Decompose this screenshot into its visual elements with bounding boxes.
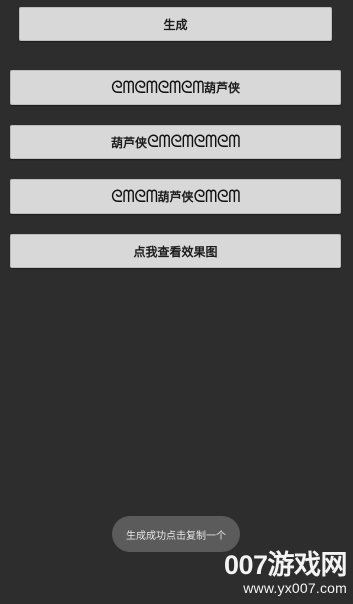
- watermark-logo-text: 007游戏网: [223, 550, 348, 580]
- watermark: 007游戏网 www.yx007.com: [223, 550, 348, 596]
- generate-button[interactable]: 生成: [19, 7, 332, 41]
- result-name: 葫芦侠: [203, 81, 240, 95]
- result-row-2[interactable]: 葫芦侠 ᘓᗰᘓᗰᘓᗰᘓᗰ: [10, 125, 341, 159]
- watermark-url: www.yx007.com: [243, 580, 347, 596]
- result-name: 葫芦侠: [157, 190, 194, 204]
- preview-button-label: 点我查看效果图: [133, 244, 218, 259]
- decoration-text: ᘓᗰᘓᗰ: [193, 186, 241, 207]
- generate-button-label: 生成: [163, 17, 188, 32]
- decoration-text: ᘓᗰᘓᗰᘓᗰᘓᗰ: [147, 132, 240, 152]
- toast-message: 生成成功点击复制一个: [112, 516, 240, 552]
- result-row-1[interactable]: ᘓᗰᘓᗰᘓᗰᘓᗰ 葫芦侠: [10, 70, 341, 105]
- result-name: 葫芦侠: [111, 135, 148, 150]
- result-row-3[interactable]: ᘓᗰᘓᗰ 葫芦侠 ᘓᗰᘓᗰ: [10, 179, 341, 214]
- decoration-text: ᘓᗰᘓᗰᘓᗰᘓᗰ: [111, 77, 204, 98]
- preview-button[interactable]: 点我查看效果图: [10, 234, 341, 268]
- toast-text: 生成成功点击复制一个: [126, 530, 226, 542]
- decoration-text: ᘓᗰᘓᗰ: [111, 186, 158, 207]
